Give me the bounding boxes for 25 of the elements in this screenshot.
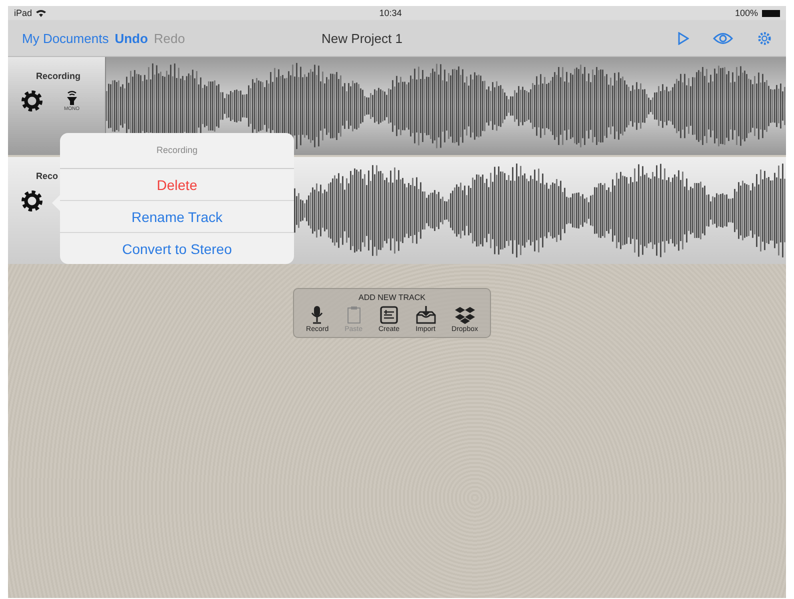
device-name: iPad — [14, 8, 32, 18]
menu-item[interactable]: Delete — [60, 169, 294, 201]
battery-icon — [762, 10, 780, 16]
project-title: New Project 1 — [320, 30, 404, 46]
menu-item[interactable]: Rename Track — [60, 201, 294, 233]
popover-title: Recording — [60, 133, 294, 169]
speaker-icon[interactable] — [64, 90, 79, 106]
inbox-icon — [416, 306, 436, 324]
microphone-icon — [309, 306, 326, 324]
settings-icon[interactable] — [20, 189, 44, 213]
eye-icon[interactable] — [713, 32, 733, 44]
menu-item[interactable]: Convert to Stereo — [60, 233, 294, 264]
undo-button[interactable]: Undo — [114, 30, 148, 46]
play-icon[interactable] — [677, 32, 689, 44]
settings-icon[interactable] — [20, 89, 44, 113]
clock: 10:34 — [378, 8, 403, 18]
panel-title: ADD NEW TRACK — [358, 293, 426, 302]
document-icon — [380, 306, 398, 324]
battery-percent: 100% — [734, 8, 758, 18]
my-documents-link[interactable]: My Documents — [22, 30, 109, 46]
track-name: Reco — [36, 171, 58, 181]
track-name: Recording — [36, 71, 81, 81]
clipboard-icon — [346, 306, 362, 324]
wifi-icon — [36, 9, 46, 17]
boxes-icon — [454, 306, 475, 324]
